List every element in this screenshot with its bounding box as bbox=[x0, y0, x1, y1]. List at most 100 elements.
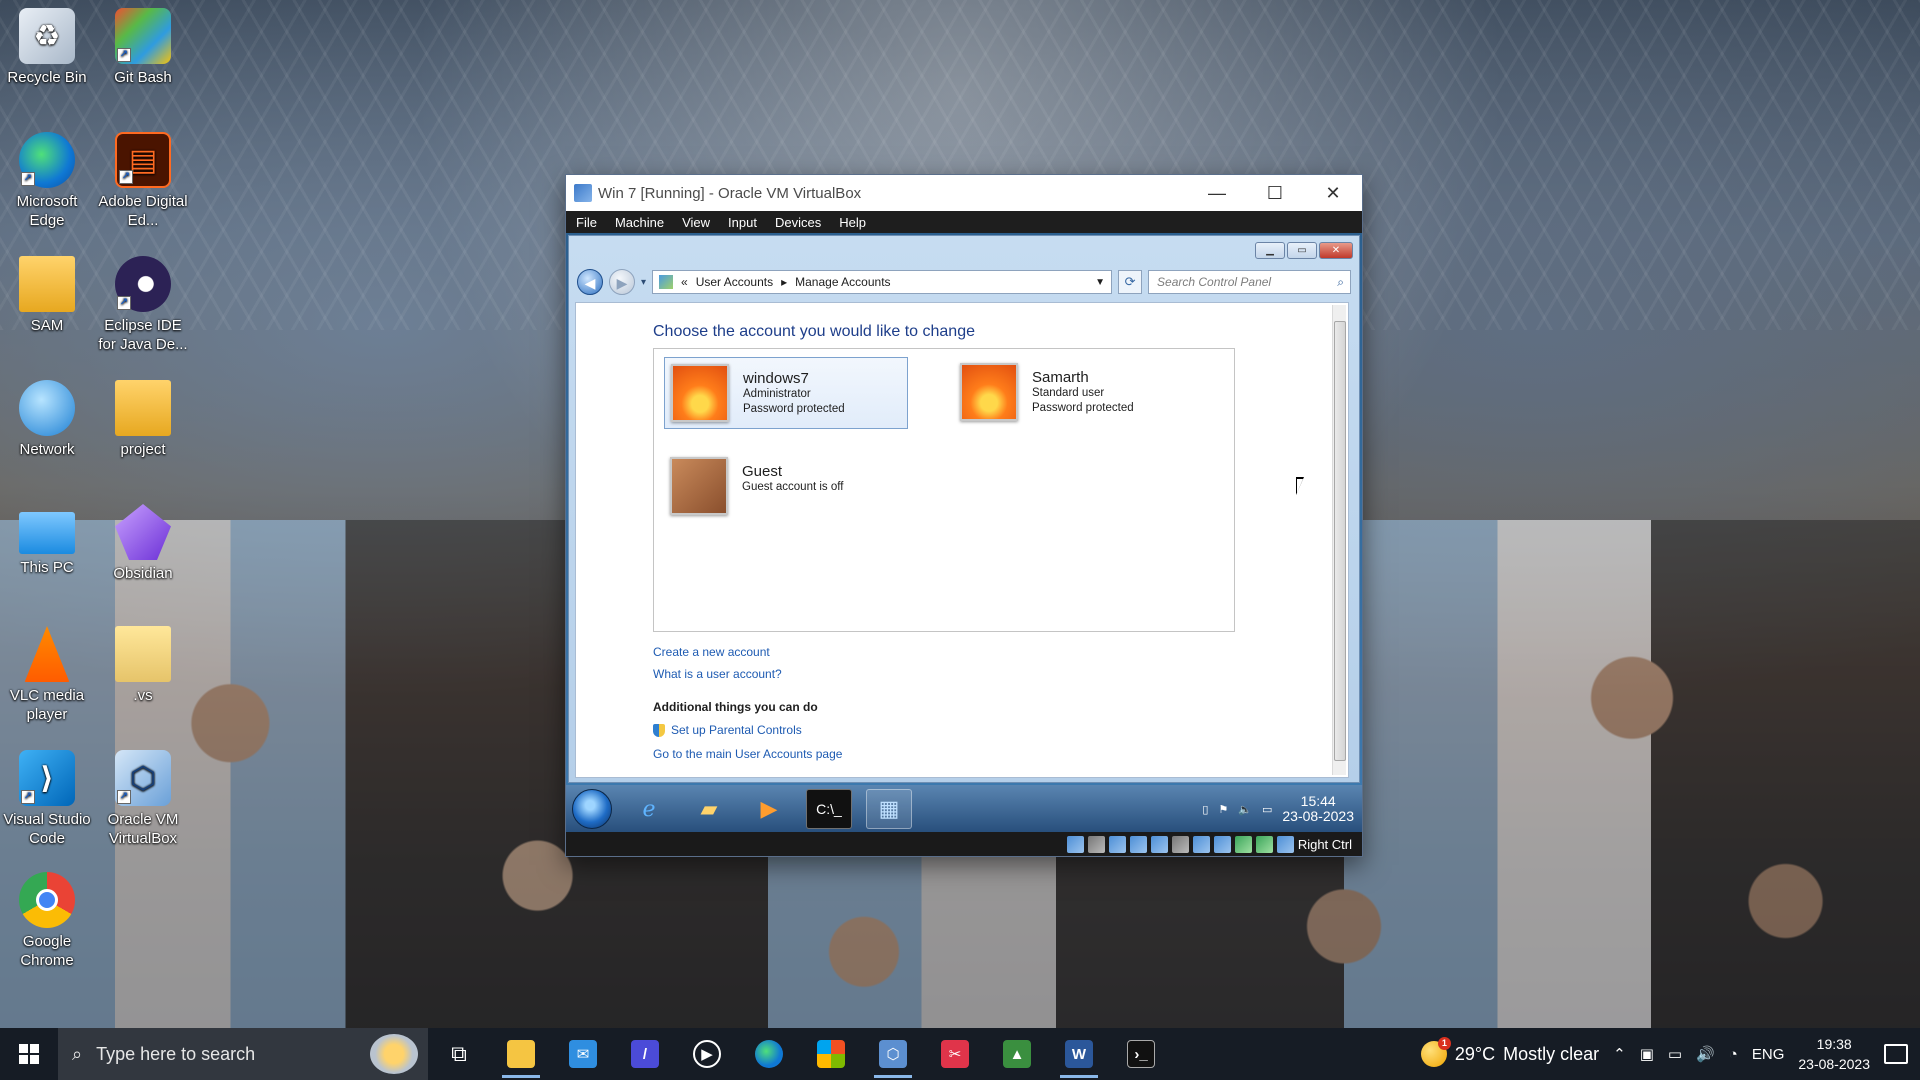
network-tray-icon[interactable]: ▭ bbox=[1262, 803, 1272, 816]
chevron-down-icon[interactable]: ▼ bbox=[1095, 277, 1111, 288]
search-input[interactable]: Search Control Panel ⌕ bbox=[1148, 270, 1351, 294]
recent-pages-dropdown[interactable]: ▾ bbox=[641, 277, 646, 288]
maximize-button[interactable]: ☐ bbox=[1246, 183, 1304, 204]
vbox-titlebar[interactable]: Win 7 [Running] - Oracle VM VirtualBox —… bbox=[566, 175, 1362, 211]
menu-help[interactable]: Help bbox=[839, 215, 866, 230]
control-panel-taskbar-icon[interactable]: ▦ bbox=[866, 789, 912, 829]
taskbar-image-app[interactable]: ▲ bbox=[986, 1028, 1048, 1080]
ie-icon[interactable]: ℯ bbox=[626, 789, 672, 829]
desktop-icon-sam[interactable]: SAM bbox=[2, 256, 92, 335]
taskbar-edge[interactable] bbox=[738, 1028, 800, 1080]
mouse-integration-icon[interactable] bbox=[1255, 835, 1273, 853]
account-status: Guest account is off bbox=[742, 481, 844, 493]
processor-icon[interactable] bbox=[1234, 835, 1252, 853]
what-is-user-account-link[interactable]: What is a user account? bbox=[653, 667, 782, 681]
task-view-button[interactable]: ⧉ bbox=[428, 1028, 490, 1080]
usb-device-icon[interactable] bbox=[1129, 835, 1147, 853]
refresh-button[interactable]: ⟳ bbox=[1118, 270, 1143, 294]
create-account-link[interactable]: Create a new account bbox=[653, 645, 770, 659]
back-button[interactable]: ◀ bbox=[577, 269, 603, 295]
taskbar-terminal[interactable]: ›_ bbox=[1110, 1028, 1172, 1080]
account-windows7[interactable]: windows7 Administrator Password protecte… bbox=[664, 357, 908, 429]
notification-icon[interactable] bbox=[1884, 1044, 1908, 1064]
search-icon[interactable]: ⌕ bbox=[1337, 275, 1350, 290]
wifi-icon[interactable]: ◔ bbox=[1729, 1046, 1738, 1063]
account-samarth[interactable]: Samarth Standard user Password protected bbox=[954, 357, 1198, 429]
recording-icon[interactable] bbox=[1192, 835, 1210, 853]
taskbar-store[interactable] bbox=[800, 1028, 862, 1080]
desktop-icon-edge[interactable]: ↗ Microsoft Edge bbox=[2, 132, 92, 230]
forward-button[interactable]: ▶ bbox=[609, 269, 635, 295]
volume-icon[interactable]: 🔊 bbox=[1696, 1045, 1715, 1063]
address-bar[interactable]: « User Accounts ▸ Manage Accounts ▼ bbox=[652, 270, 1113, 294]
volume-icon[interactable]: 🔈 bbox=[1238, 803, 1252, 816]
desktop-icon-git-bash[interactable]: ↗ Git Bash bbox=[98, 8, 188, 87]
display-icon[interactable] bbox=[1171, 835, 1189, 853]
desktop-icon-vscode[interactable]: ⟩ ↗ Visual Studio Code bbox=[2, 750, 92, 848]
taskbar-word[interactable]: W bbox=[1048, 1028, 1110, 1080]
w7-maximize-button[interactable]: ▭ bbox=[1287, 242, 1317, 259]
cmd-icon[interactable]: C:\_ bbox=[806, 789, 852, 829]
usb-icon[interactable]: ▯ bbox=[1202, 803, 1208, 816]
explorer-icon[interactable]: ▰ bbox=[686, 789, 732, 829]
taskbar-snipping[interactable]: ✂ bbox=[924, 1028, 986, 1080]
w7-minimize-button[interactable]: ▁ bbox=[1255, 242, 1285, 259]
start-button[interactable] bbox=[0, 1028, 58, 1080]
taskbar-file-explorer[interactable] bbox=[490, 1028, 552, 1080]
scrollbar-thumb[interactable] bbox=[1334, 321, 1346, 761]
breadcrumb-overflow[interactable]: « bbox=[681, 275, 688, 289]
minimize-button[interactable]: — bbox=[1188, 183, 1246, 204]
menu-input[interactable]: Input bbox=[728, 215, 757, 230]
taskbar-virtualbox[interactable]: ⬡ bbox=[862, 1028, 924, 1080]
weather-temp: 29°C bbox=[1454, 1043, 1496, 1064]
breadcrumb-manage-accounts[interactable]: Manage Accounts bbox=[795, 275, 890, 289]
network-adapter-icon[interactable] bbox=[1108, 835, 1126, 853]
media-player-icon[interactable]: ▶ bbox=[746, 789, 792, 829]
w7-clock[interactable]: 15:44 23-08-2023 bbox=[1282, 794, 1354, 824]
language-indicator[interactable]: ENG bbox=[1752, 1046, 1785, 1063]
menu-view[interactable]: View bbox=[682, 215, 710, 230]
weather-widget[interactable]: 1 29°C Mostly clear bbox=[1420, 1037, 1599, 1067]
breadcrumb-separator[interactable]: ▸ bbox=[781, 275, 787, 289]
keyboard-capture-icon[interactable] bbox=[1276, 835, 1294, 853]
desktop-icon-vlc[interactable]: VLC media player bbox=[2, 626, 92, 724]
close-button[interactable]: ✕ bbox=[1304, 183, 1362, 204]
parental-controls-link[interactable]: Set up Parental Controls bbox=[653, 723, 802, 738]
desktop-icon-chrome[interactable]: Google Chrome bbox=[2, 872, 92, 970]
obsidian-icon bbox=[115, 504, 171, 560]
flag-icon[interactable]: ⚑ bbox=[1218, 803, 1228, 816]
desktop-icon-virtualbox[interactable]: ⬡ ↗ Oracle VM VirtualBox bbox=[98, 750, 188, 848]
taskbar-search[interactable]: ⌕ Type here to search bbox=[58, 1028, 428, 1080]
breadcrumb-user-accounts[interactable]: User Accounts bbox=[696, 275, 773, 289]
audio-icon[interactable] bbox=[1087, 835, 1105, 853]
host-key-label[interactable]: Right Ctrl bbox=[1298, 837, 1352, 852]
battery-icon[interactable]: ▭ bbox=[1668, 1045, 1682, 1063]
desktop-icon-network[interactable]: Network bbox=[2, 380, 92, 459]
chevron-up-icon[interactable]: ⌃ bbox=[1613, 1045, 1626, 1063]
main-user-accounts-link[interactable]: Go to the main User Accounts page bbox=[653, 747, 842, 761]
taskbar-mail[interactable]: ✉ bbox=[552, 1028, 614, 1080]
snipping-tool-icon: ✂ bbox=[941, 1040, 969, 1068]
desktop-icon-project[interactable]: project bbox=[98, 380, 188, 459]
menu-machine[interactable]: Machine bbox=[615, 215, 664, 230]
menu-file[interactable]: File bbox=[576, 215, 597, 230]
weather-badge: 1 bbox=[1437, 1037, 1451, 1050]
taskbar-clock[interactable]: 19:38 23-08-2023 bbox=[1798, 1034, 1870, 1074]
defender-icon[interactable]: ▣ bbox=[1640, 1045, 1654, 1063]
desktop-icon-recycle-bin[interactable]: ♻ Recycle Bin bbox=[2, 8, 92, 87]
optical-drive-icon[interactable] bbox=[1066, 835, 1084, 853]
desktop-icon-this-pc[interactable]: This PC bbox=[2, 504, 92, 577]
taskbar-media-player[interactable]: ▶ bbox=[676, 1028, 738, 1080]
drag-drop-icon[interactable] bbox=[1213, 835, 1231, 853]
w7-start-button[interactable] bbox=[572, 789, 612, 829]
desktop-icon-obsidian[interactable]: Obsidian bbox=[98, 504, 188, 583]
desktop-icon-adobe-digital-editions[interactable]: ▤ ↗ Adobe Digital Ed... bbox=[98, 132, 188, 230]
vertical-scrollbar[interactable] bbox=[1332, 305, 1346, 775]
taskbar-app-m[interactable]: / bbox=[614, 1028, 676, 1080]
desktop-icon-eclipse[interactable]: ↗ Eclipse IDE for Java De... bbox=[98, 256, 188, 354]
w7-close-button[interactable]: ✕ bbox=[1319, 242, 1353, 259]
account-guest[interactable]: Guest Guest account is off bbox=[664, 451, 908, 523]
shared-folders-icon[interactable] bbox=[1150, 835, 1168, 853]
desktop-icon-vs-folder[interactable]: .vs bbox=[98, 626, 188, 705]
menu-devices[interactable]: Devices bbox=[775, 215, 821, 230]
